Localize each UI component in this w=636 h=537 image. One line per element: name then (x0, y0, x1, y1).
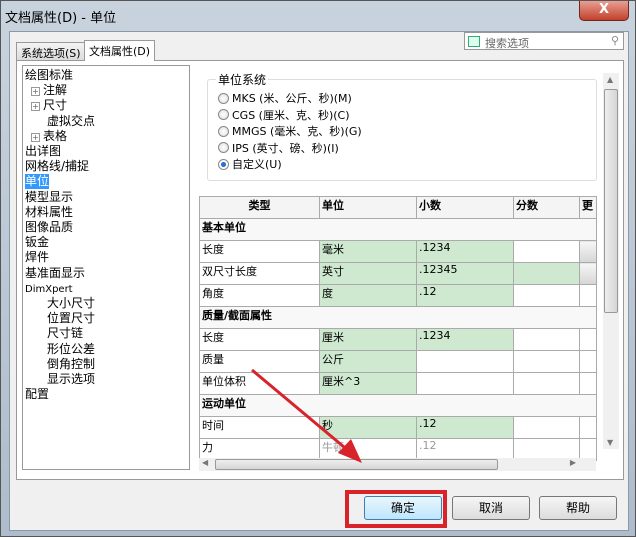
tab-document-properties[interactable]: 文档属性(D) (84, 40, 156, 61)
red-arrow-annotation (251, 368, 362, 463)
